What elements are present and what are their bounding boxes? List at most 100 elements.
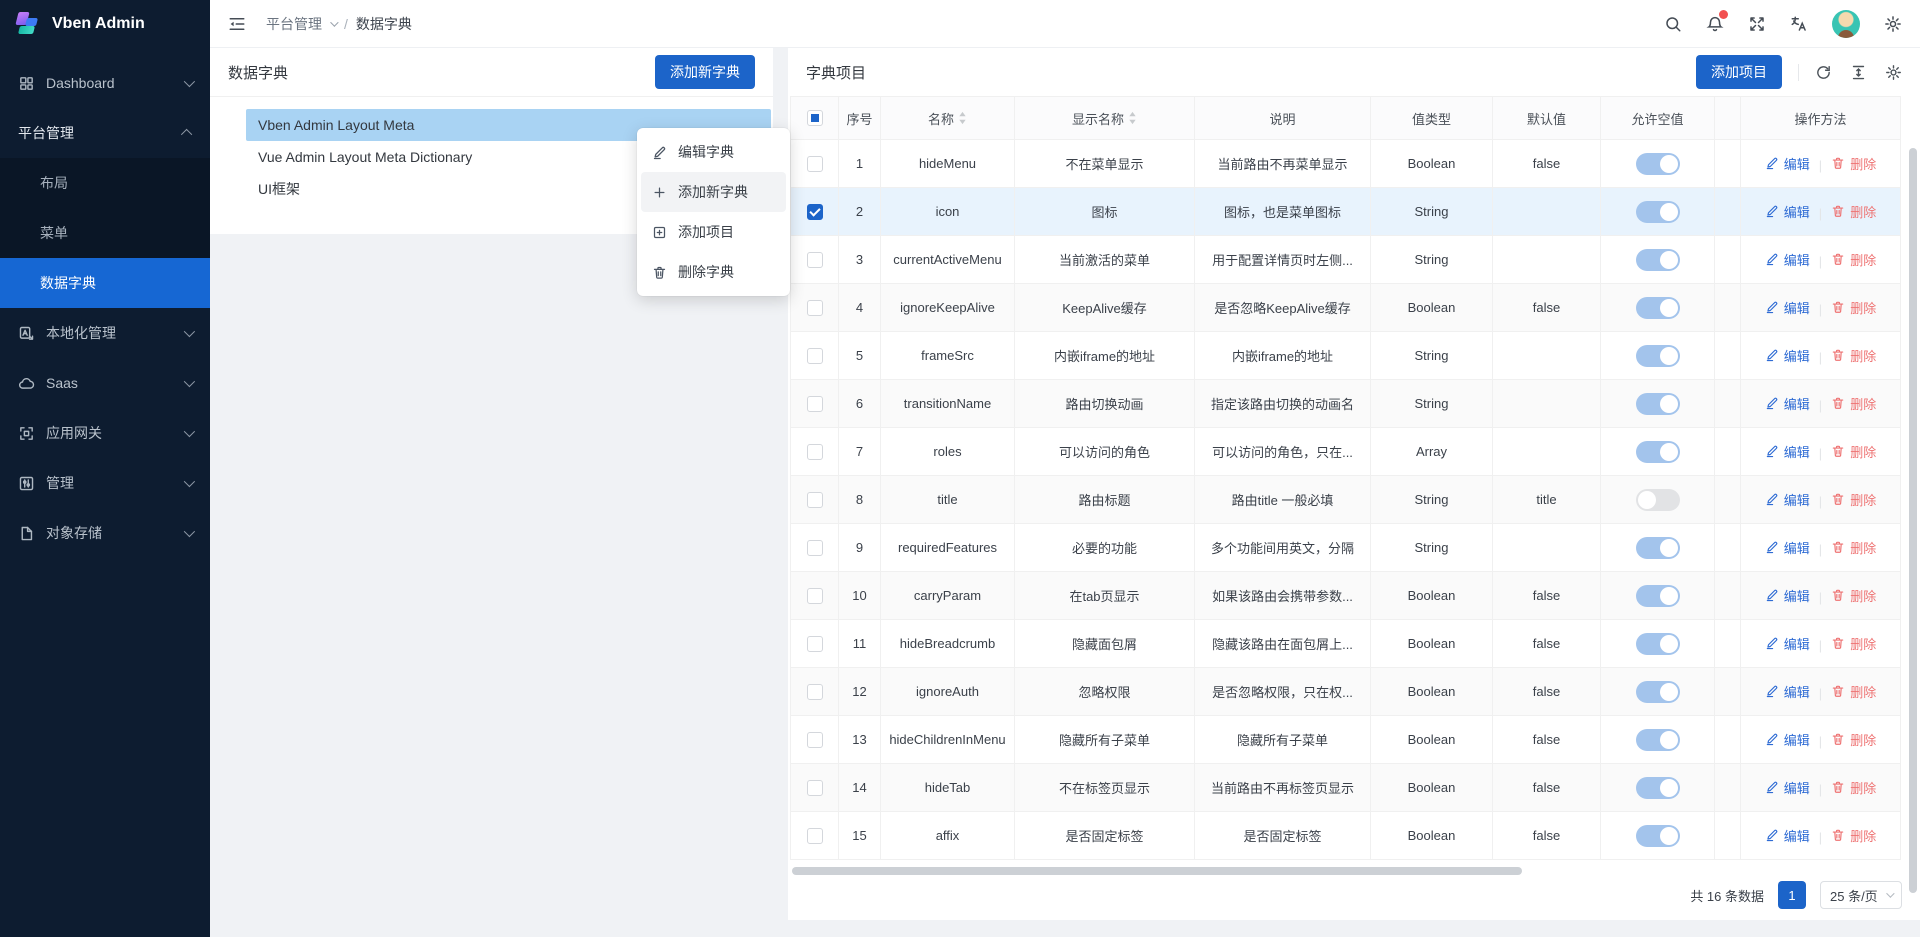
translate-icon[interactable] — [1790, 15, 1808, 33]
delete-button[interactable]: 删除 — [1831, 682, 1876, 701]
delete-button[interactable]: 删除 — [1831, 586, 1876, 605]
row-checkbox[interactable] — [807, 252, 823, 268]
allow-empty-toggle[interactable] — [1636, 633, 1680, 655]
breadcrumb-parent[interactable]: 平台管理 — [266, 14, 322, 34]
delete-button[interactable]: 删除 — [1831, 154, 1876, 173]
delete-button[interactable]: 删除 — [1831, 394, 1876, 413]
page-size-select[interactable]: 25 条/页 — [1820, 881, 1902, 909]
table-row[interactable]: 11hideBreadcrumb隐藏面包屑隐藏该路由在面包屑上...Boolea… — [791, 620, 1901, 668]
row-checkbox[interactable] — [807, 684, 823, 700]
allow-empty-toggle[interactable] — [1636, 537, 1680, 559]
edit-button[interactable]: 编辑 — [1765, 730, 1810, 749]
context-menu-item[interactable]: 添加项目 — [641, 212, 786, 252]
add-item-button[interactable]: 添加项目 — [1696, 55, 1782, 89]
sidebar-subitem-布局[interactable]: 布局 — [0, 158, 210, 208]
table-row[interactable]: 5frameSrc内嵌iframe的地址内嵌iframe的地址String编辑|… — [791, 332, 1901, 380]
table-row[interactable]: 7roles可以访问的角色可以访问的角色，只在...Array编辑|删除 — [791, 428, 1901, 476]
row-checkbox[interactable] — [807, 636, 823, 652]
allow-empty-toggle[interactable] — [1636, 201, 1680, 223]
delete-button[interactable]: 删除 — [1831, 538, 1876, 557]
delete-button[interactable]: 删除 — [1831, 346, 1876, 365]
table-row[interactable]: 6transitionName路由切换动画指定该路由切换的动画名String编辑… — [791, 380, 1901, 428]
allow-empty-toggle[interactable] — [1636, 249, 1680, 271]
row-checkbox[interactable] — [807, 780, 823, 796]
edit-button[interactable]: 编辑 — [1765, 298, 1810, 317]
sidebar-item-Saas[interactable]: Saas — [0, 358, 210, 408]
edit-button[interactable]: 编辑 — [1765, 250, 1810, 269]
allow-empty-toggle[interactable] — [1636, 585, 1680, 607]
delete-button[interactable]: 删除 — [1831, 298, 1876, 317]
vertical-scrollbar[interactable] — [1909, 148, 1917, 893]
edit-button[interactable]: 编辑 — [1765, 682, 1810, 701]
allow-empty-toggle[interactable] — [1636, 345, 1680, 367]
column-height-icon[interactable] — [1850, 64, 1867, 81]
delete-button[interactable]: 删除 — [1831, 778, 1876, 797]
table-row[interactable]: 15affix是否固定标签是否固定标签Booleanfalse编辑|删除 — [791, 812, 1901, 860]
delete-button[interactable]: 删除 — [1831, 202, 1876, 221]
breadcrumb-current[interactable]: 数据字典 — [356, 14, 412, 34]
row-checkbox[interactable] — [807, 348, 823, 364]
table-row[interactable]: 12ignoreAuth忽略权限是否忽略权限，只在权...Booleanfals… — [791, 668, 1901, 716]
table-row[interactable]: 3currentActiveMenu当前激活的菜单用于配置详情页时左侧...St… — [791, 236, 1901, 284]
allow-empty-toggle[interactable] — [1636, 777, 1680, 799]
edit-button[interactable]: 编辑 — [1765, 826, 1810, 845]
allow-empty-toggle[interactable] — [1636, 489, 1680, 511]
edit-button[interactable]: 编辑 — [1765, 394, 1810, 413]
row-checkbox[interactable] — [807, 300, 823, 316]
context-menu-item[interactable]: 删除字典 — [641, 252, 786, 292]
avatar[interactable] — [1832, 10, 1860, 38]
delete-button[interactable]: 删除 — [1831, 490, 1876, 509]
table-row[interactable]: 14hideTab不在标签页显示当前路由不再标签页显示Booleanfalse编… — [791, 764, 1901, 812]
row-checkbox[interactable] — [807, 732, 823, 748]
sidebar-subitem-数据字典[interactable]: 数据字典 — [0, 258, 210, 308]
table-settings-icon[interactable] — [1885, 64, 1902, 81]
collapse-sidebar-icon[interactable] — [228, 15, 246, 33]
edit-button[interactable]: 编辑 — [1765, 202, 1810, 221]
allow-empty-toggle[interactable] — [1636, 297, 1680, 319]
sort-carets-icon[interactable] — [958, 111, 967, 125]
edit-button[interactable]: 编辑 — [1765, 634, 1810, 653]
table-row[interactable]: 4ignoreKeepAliveKeepAlive缓存是否忽略KeepAlive… — [791, 284, 1901, 332]
context-menu-item[interactable]: 编辑字典 — [641, 132, 786, 172]
refresh-icon[interactable] — [1815, 64, 1832, 81]
edit-button[interactable]: 编辑 — [1765, 778, 1810, 797]
row-checkbox[interactable] — [807, 204, 823, 220]
delete-button[interactable]: 删除 — [1831, 442, 1876, 461]
allow-empty-toggle[interactable] — [1636, 441, 1680, 463]
column-header-显示名称[interactable]: 显示名称 — [1015, 97, 1195, 140]
row-checkbox[interactable] — [807, 828, 823, 844]
edit-button[interactable]: 编辑 — [1765, 346, 1810, 365]
edit-button[interactable]: 编辑 — [1765, 442, 1810, 461]
search-icon[interactable] — [1664, 15, 1682, 33]
fullscreen-icon[interactable] — [1748, 15, 1766, 33]
table-row[interactable]: 1hideMenu不在菜单显示当前路由不再菜单显示Booleanfalse编辑|… — [791, 140, 1901, 188]
edit-button[interactable]: 编辑 — [1765, 490, 1810, 509]
row-checkbox[interactable] — [807, 588, 823, 604]
allow-empty-toggle[interactable] — [1636, 153, 1680, 175]
sidebar-item-Dashboard[interactable]: Dashboard — [0, 58, 210, 108]
sidebar-item-对象存储[interactable]: 对象存储 — [0, 508, 210, 558]
add-dictionary-button[interactable]: 添加新字典 — [655, 55, 755, 89]
sidebar-item-本地化管理[interactable]: 本地化管理 — [0, 308, 210, 358]
table-row[interactable]: 13hideChildrenInMenu隐藏所有子菜单隐藏所有子菜单Boolea… — [791, 716, 1901, 764]
column-header-名称[interactable]: 名称 — [881, 97, 1015, 140]
sidebar-item-平台管理[interactable]: 平台管理 — [0, 108, 210, 158]
allow-empty-toggle[interactable] — [1636, 393, 1680, 415]
allow-empty-toggle[interactable] — [1636, 681, 1680, 703]
select-all-checkbox[interactable] — [807, 110, 823, 126]
row-checkbox[interactable] — [807, 396, 823, 412]
sort-carets-icon[interactable] — [1128, 111, 1137, 125]
table-row[interactable]: 8title路由标题路由title 一般必填Stringtitle编辑|删除 — [791, 476, 1901, 524]
sidebar-subitem-菜单[interactable]: 菜单 — [0, 208, 210, 258]
context-menu-item[interactable]: 添加新字典 — [641, 172, 786, 212]
settings-icon[interactable] — [1884, 15, 1902, 33]
table-row[interactable]: 9requiredFeatures必要的功能多个功能间用英文，分隔String编… — [791, 524, 1901, 572]
row-checkbox[interactable] — [807, 156, 823, 172]
edit-button[interactable]: 编辑 — [1765, 538, 1810, 557]
edit-button[interactable]: 编辑 — [1765, 154, 1810, 173]
row-checkbox[interactable] — [807, 492, 823, 508]
delete-button[interactable]: 删除 — [1831, 250, 1876, 269]
delete-button[interactable]: 删除 — [1831, 730, 1876, 749]
pagination-page-1[interactable]: 1 — [1778, 881, 1806, 909]
delete-button[interactable]: 删除 — [1831, 826, 1876, 845]
